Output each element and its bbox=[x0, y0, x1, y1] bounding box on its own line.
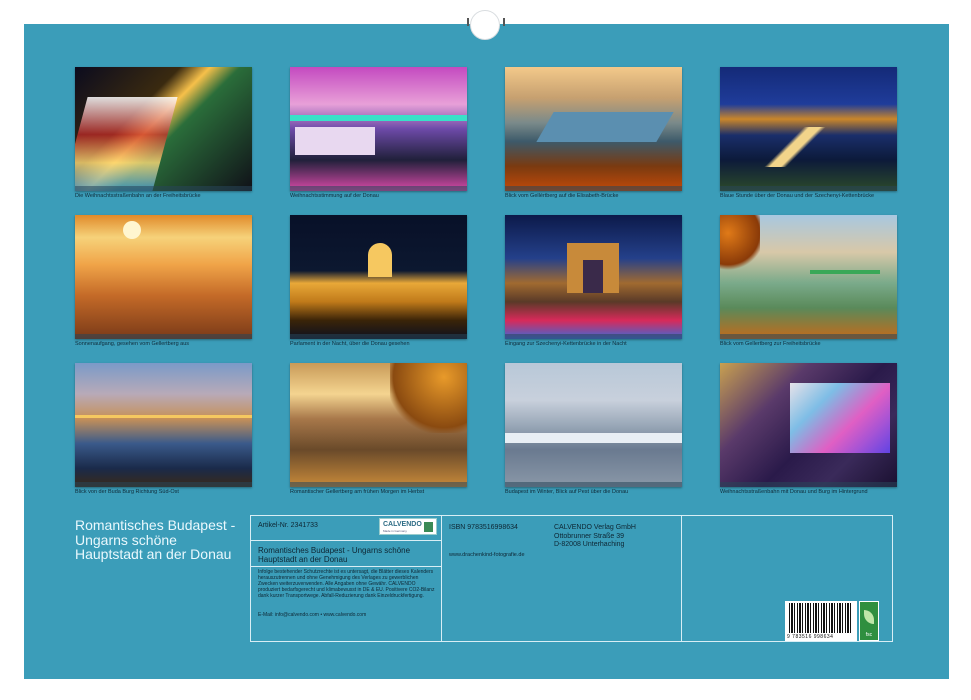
photo-christmas-danube bbox=[290, 67, 467, 191]
info-divider bbox=[251, 540, 441, 541]
info-divider bbox=[251, 566, 441, 567]
photo-caption: Blick vom Gellertberg zur Freiheitsbrück… bbox=[720, 341, 821, 347]
photo-buda-castle-southeast bbox=[75, 363, 252, 487]
fsc-label: fsc bbox=[865, 632, 873, 638]
info-divider bbox=[441, 516, 442, 641]
photo-christmas-tram-castle bbox=[720, 363, 897, 487]
binding-ring bbox=[467, 18, 469, 26]
photo-caption: Budapest im Winter, Blick auf Pest über … bbox=[505, 489, 629, 495]
logo-subline: Made in Germany bbox=[383, 529, 407, 533]
photo-sunrise-gellert bbox=[75, 215, 252, 339]
photo-caption: Blick vom Gellértberg auf die Elisabeth-… bbox=[505, 193, 619, 199]
photo-caption: Blick von der Buda Burg Richtung Süd-Ost bbox=[75, 489, 179, 495]
photo-elisabeth-bridge bbox=[505, 67, 682, 191]
info-divider bbox=[681, 516, 682, 641]
photographer-website: www.drachenkind-fotografie.de bbox=[449, 552, 525, 558]
hanging-hole bbox=[470, 10, 500, 40]
publisher-street: Ottobrunner Straße 39 bbox=[554, 532, 625, 540]
contact-email: E-Mail: info@calvendo.com • www.calvendo… bbox=[258, 612, 367, 618]
photo-tram-freedom-bridge bbox=[75, 67, 252, 191]
binding-ring bbox=[503, 18, 505, 26]
article-number: Artikel-Nr. 2341733 bbox=[258, 522, 318, 529]
photo-budapest-winter bbox=[505, 363, 682, 487]
photo-parliament-night bbox=[290, 215, 467, 339]
photo-chain-bridge-blue-hour bbox=[720, 67, 897, 191]
calvendo-logo-icon bbox=[424, 522, 433, 532]
barcode-icon bbox=[789, 603, 853, 633]
barcode-number: 9 783516 998634 bbox=[787, 634, 834, 640]
publisher-city: D-82008 Unterhaching bbox=[554, 541, 625, 548]
photo-caption: Die Weihnachtsstraßenbahn an der Freihei… bbox=[75, 193, 201, 199]
photo-caption: Blaue Stunde über der Donau und der Szec… bbox=[720, 193, 875, 199]
photo-chain-bridge-entrance bbox=[505, 215, 682, 339]
calvendo-logo: CALVENDO Made in Germany bbox=[379, 518, 437, 535]
product-title: Romantisches Budapest - Ungarns schöne H… bbox=[258, 546, 411, 564]
photo-gellert-autumn-morning bbox=[290, 363, 467, 487]
isbn: ISBN 9783516998634 bbox=[449, 524, 518, 531]
isbn-barcode: 9 783516 998634 bbox=[785, 601, 857, 641]
fsc-badge: fsc bbox=[859, 601, 879, 641]
photo-caption: Weihnachtsstraßenbahn mit Donau und Burg… bbox=[720, 489, 868, 495]
photo-caption: Parlament in der Nacht, über die Donau g… bbox=[290, 341, 410, 347]
photo-caption: Eingang zur Szechenyi-Kettenbrücke in de… bbox=[505, 341, 627, 347]
publisher-name: CALVENDO Verlag GmbH bbox=[554, 524, 636, 531]
leaf-icon bbox=[864, 610, 874, 624]
publisher-address: CALVENDO Verlag GmbH Ottobrunner Straße … bbox=[554, 524, 636, 550]
photo-caption: Sonnenaufgang, gesehen vom Gellertberg a… bbox=[75, 341, 190, 347]
photo-caption: Romantischer Gellertberg am frühen Morge… bbox=[290, 489, 425, 495]
logo-wordmark: CALVENDO bbox=[383, 521, 422, 528]
photo-freedom-bridge-gellert bbox=[720, 215, 897, 339]
photo-caption: Weihnachtsstimmung auf der Donau bbox=[290, 193, 379, 199]
legal-notice: Infolge bestehender Schutzrechte ist es … bbox=[258, 569, 435, 599]
calendar-title: Romantisches Budapest - Ungarns schöne H… bbox=[75, 517, 236, 562]
